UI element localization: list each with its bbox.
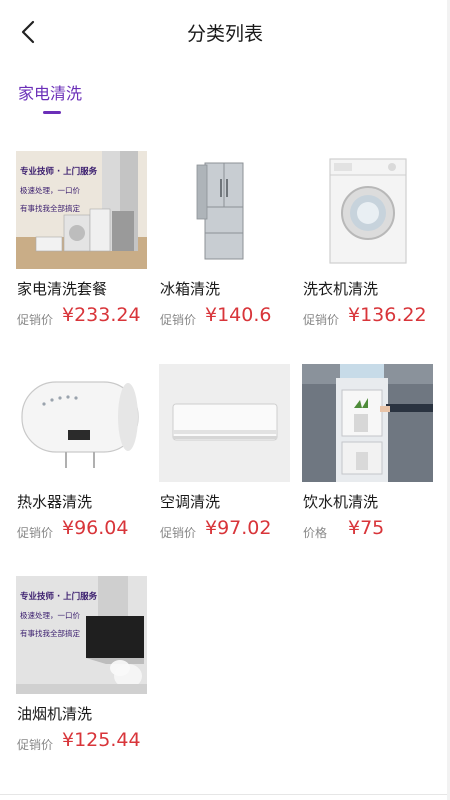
banner-title: 专业技师 · 上门服务 <box>20 592 98 602</box>
product-price: ¥96.04 <box>62 517 129 539</box>
price-label: 促销价 <box>17 313 54 327</box>
page-title: 分类列表 <box>186 23 263 45</box>
active-tab-indicator <box>43 111 61 114</box>
price-label: 促销价 <box>303 313 340 327</box>
product-image-package: 专业技师 · 上门服务 极速处理，一口价 有事找我全部搞定 <box>16 151 147 269</box>
product-card-range-hood[interactable]: 专业技师 · 上门服务 极速处理，一口价 有事找我全部搞定 油烟机清洗 促销价 … <box>16 576 148 766</box>
category-tabs: 家电清洗 <box>0 78 450 118</box>
product-image-air-conditioner <box>159 364 290 482</box>
banner-line: 极速处理，一口价 <box>20 611 80 620</box>
product-card-air-conditioner[interactable]: 空调清洗 促销价 ¥97.02 <box>159 364 291 554</box>
product-image-fridge <box>159 151 290 269</box>
bottom-divider <box>0 794 450 795</box>
banner-line: 极速处理，一口价 <box>20 186 80 195</box>
top-bar: 分类列表 <box>0 0 450 64</box>
price-label: 促销价 <box>17 526 54 540</box>
product-card-water-dispenser[interactable]: 饮水机清洗 价格 ¥75 <box>302 364 434 554</box>
product-name: 饮水机清洗 <box>303 493 379 511</box>
product-price: ¥75 <box>348 517 385 539</box>
price-label: 促销价 <box>160 526 197 540</box>
product-price: ¥97.02 <box>205 517 272 539</box>
product-image-washer <box>302 151 433 269</box>
product-card-package[interactable]: 专业技师 · 上门服务 极速处理，一口价 有事找我全部搞定 家电清洗套餐 促销价… <box>16 151 148 341</box>
banner-line: 有事找我全部搞定 <box>20 629 80 638</box>
product-name: 洗衣机清洗 <box>303 280 379 298</box>
product-price: ¥125.44 <box>62 729 141 751</box>
product-image-water-heater <box>16 364 147 482</box>
tab-appliance-cleaning[interactable]: 家电清洗 <box>18 80 82 104</box>
banner-line: 有事找我全部搞定 <box>20 204 80 213</box>
product-price: ¥140.6 <box>205 304 272 326</box>
product-image-water-dispenser <box>302 364 433 482</box>
product-name: 空调清洗 <box>160 493 221 511</box>
product-image-range-hood: 专业技师 · 上门服务 极速处理，一口价 有事找我全部搞定 <box>16 576 147 694</box>
price-label: 价格 <box>303 526 328 540</box>
price-label: 促销价 <box>160 313 197 327</box>
banner-title: 专业技师 · 上门服务 <box>20 167 98 177</box>
price-label: 促销价 <box>17 738 54 752</box>
product-card-washer[interactable]: 洗衣机清洗 促销价 ¥136.22 <box>302 151 434 341</box>
product-price: ¥136.22 <box>348 304 427 326</box>
product-name: 家电清洗套餐 <box>17 280 108 298</box>
product-price: ¥233.24 <box>62 304 141 326</box>
product-card-fridge[interactable]: 冰箱清洗 促销价 ¥140.6 <box>159 151 291 341</box>
product-name: 油烟机清洗 <box>17 705 93 723</box>
product-name: 热水器清洗 <box>17 493 93 511</box>
product-card-water-heater[interactable]: 热水器清洗 促销价 ¥96.04 <box>16 364 148 554</box>
product-name: 冰箱清洗 <box>160 280 221 298</box>
